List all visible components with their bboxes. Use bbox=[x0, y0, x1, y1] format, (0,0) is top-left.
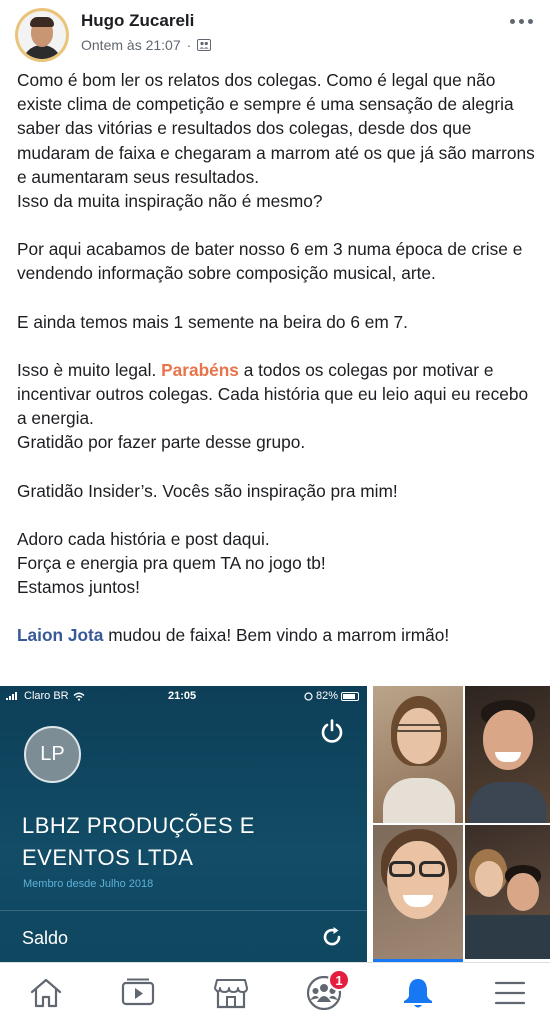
video-call-tile bbox=[465, 825, 550, 959]
company-name: LBHZ PRODUÇÕES E EVENTOS LTDA bbox=[22, 810, 342, 874]
alarm-icon bbox=[304, 691, 313, 701]
video-icon bbox=[121, 978, 155, 1006]
paragraph-3: E ainda temos mais 1 semente na beira do… bbox=[17, 311, 408, 332]
company-line-2: EVENTOS LTDA bbox=[22, 845, 194, 870]
nav-marketplace[interactable] bbox=[211, 975, 251, 1011]
highlight-parabens: Parabéns bbox=[161, 359, 239, 380]
home-icon bbox=[30, 978, 62, 1008]
nav-home[interactable] bbox=[26, 975, 66, 1011]
bottom-nav: 1 bbox=[0, 962, 550, 1024]
paragraph-4: Isso è muito legal. Parabéns a todos os … bbox=[17, 358, 542, 431]
menu-icon bbox=[494, 981, 526, 1005]
paragraph-1b: Isso da muita inspiração não é mesmo? bbox=[17, 191, 323, 212]
bell-icon bbox=[404, 979, 432, 1008]
paragraph-4b: Gratidão por fazer parte desse grupo. bbox=[17, 432, 306, 453]
paragraph-6b: Força e energia pra quem TA no jogo tb! bbox=[17, 553, 326, 574]
post-meta: Ontem às 21:07 · bbox=[81, 37, 212, 53]
paragraph-7: Laion Jota mudou de faixa! Bem vindo a m… bbox=[17, 623, 542, 647]
member-since: Membro desde Julho 2018 bbox=[23, 878, 154, 890]
nav-watch[interactable] bbox=[118, 975, 158, 1011]
post-body: Como é bom ler os relatos dos colegas. C… bbox=[17, 68, 542, 672]
nav-menu[interactable] bbox=[490, 975, 530, 1011]
group-icon bbox=[197, 39, 212, 51]
attached-screenshot[interactable]: Claro BR 21:05 82% LP LBHZ PRODUÇÕES E E… bbox=[0, 686, 367, 962]
nav-groups[interactable]: 1 bbox=[304, 969, 350, 1011]
store-icon bbox=[214, 979, 248, 1009]
status-carrier: Claro BR bbox=[24, 690, 69, 702]
attached-photo[interactable] bbox=[373, 686, 550, 962]
wifi-icon bbox=[73, 692, 85, 701]
author-name[interactable]: Hugo Zucareli bbox=[81, 11, 194, 31]
balance-label: Saldo bbox=[22, 928, 69, 948]
paragraph-1: Como é bom ler os relatos dos colegas. C… bbox=[17, 70, 535, 187]
divider bbox=[0, 910, 367, 911]
video-call-tile bbox=[373, 686, 463, 823]
nav-notifications[interactable] bbox=[398, 975, 438, 1011]
paragraph-6c: Estamos juntos! bbox=[17, 577, 140, 598]
power-icon bbox=[321, 719, 343, 743]
status-battery: 82% bbox=[315, 690, 338, 702]
battery-icon bbox=[341, 691, 359, 701]
video-call-tile bbox=[373, 825, 463, 959]
more-horizontal-icon[interactable] bbox=[510, 16, 534, 26]
post-header: Hugo Zucareli Ontem às 21:07 · bbox=[0, 0, 550, 66]
paragraph-7-rest: mudou de faixa! Bem vindo a marrom irmão… bbox=[103, 625, 450, 646]
signal-icon bbox=[6, 692, 17, 700]
paragraph-5: Gratidão Insider’s. Vocês são inspiração… bbox=[17, 480, 398, 501]
refresh-icon bbox=[323, 927, 341, 946]
status-bar: Claro BR 21:05 82% bbox=[0, 686, 367, 708]
author-avatar[interactable] bbox=[15, 8, 69, 62]
paragraph-4-before: Isso è muito legal. bbox=[17, 359, 162, 380]
status-time: 21:05 bbox=[168, 690, 197, 702]
post-timestamp[interactable]: Ontem às 21:07 bbox=[81, 37, 181, 53]
meta-separator: · bbox=[186, 37, 192, 53]
mention-link[interactable]: Laion Jota bbox=[17, 625, 103, 645]
video-call-tile bbox=[465, 686, 550, 823]
paragraph-2: Por aqui acabamos de bater nosso 6 em 3 … bbox=[17, 239, 523, 284]
paragraph-6a: Adoro cada história e post daqui. bbox=[17, 528, 270, 549]
company-line-1: LBHZ PRODUÇÕES E bbox=[22, 813, 255, 838]
account-avatar: LP bbox=[24, 726, 81, 783]
groups-badge: 1 bbox=[328, 969, 350, 991]
